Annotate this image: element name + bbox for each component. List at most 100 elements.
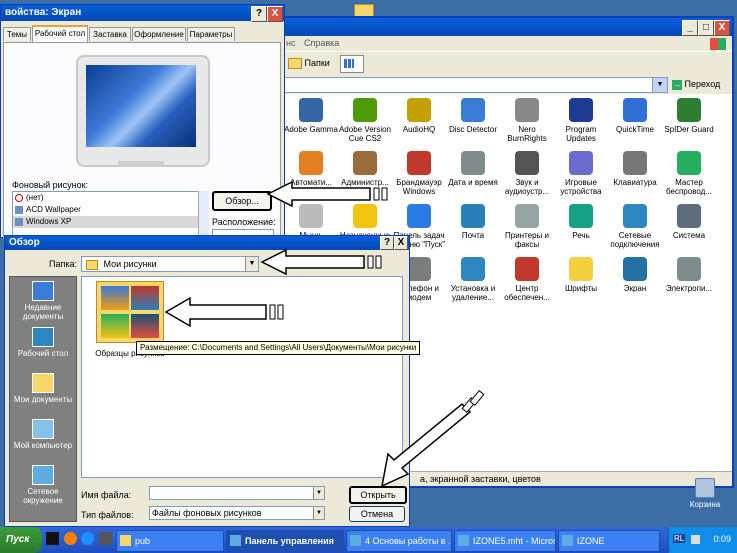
task-button[interactable]: IZONE5.mht - Microso... <box>454 530 556 552</box>
control-panel-item[interactable]: Установка и удаление... <box>446 257 500 302</box>
control-panel-item[interactable]: Nero BurnRights <box>500 98 554 143</box>
control-panel-item-label: Почта <box>461 231 485 240</box>
system-icon <box>677 204 701 228</box>
background-list[interactable]: (нет) ACD Wallpaper Windows XP <box>12 191 200 239</box>
place-my-documents[interactable]: Мои документы <box>10 373 76 404</box>
cancel-button[interactable]: Отмена <box>349 506 405 522</box>
background-list-item[interactable]: (нет) <box>13 192 199 204</box>
ie-icon <box>350 535 361 546</box>
control-panel-item[interactable]: Принтеры и факсы <box>500 204 554 249</box>
place-label: Мои документы <box>13 395 73 404</box>
close-button[interactable]: X <box>267 6 283 22</box>
task-button[interactable]: pub <box>116 530 224 552</box>
control-panel-item[interactable]: Экран <box>608 257 662 293</box>
menu-help[interactable]: Справка <box>304 38 339 48</box>
control-panel-item[interactable]: Мастер беспровод... <box>662 151 716 196</box>
recycle-bin[interactable]: Корзина <box>683 478 727 509</box>
taskbar-icon <box>407 204 431 228</box>
browse-button[interactable]: Обзор... <box>212 191 272 211</box>
tab-0[interactable]: Темы <box>3 27 31 41</box>
network-places-icon <box>32 465 54 485</box>
clock[interactable]: 0:09 <box>713 534 731 544</box>
control-panel-item[interactable]: Брандмауэр Windows <box>392 151 446 196</box>
sample-pictures-folder-icon <box>96 281 164 343</box>
control-panel-item[interactable]: Шрифты <box>554 257 608 293</box>
flower-icon <box>353 98 377 122</box>
speech-icon <box>569 204 593 228</box>
power-icon <box>677 257 701 281</box>
filename-dropdown-icon[interactable]: ▼ <box>313 487 324 499</box>
quicklaunch-app-icon[interactable] <box>46 532 59 545</box>
control-panel-item[interactable]: QuickTime <box>608 98 662 134</box>
control-panel-item[interactable]: Звук и аудиоустр... <box>500 151 554 196</box>
close-button[interactable]: X <box>394 236 408 250</box>
control-panel-item[interactable]: Adobe Version Cue CS2 <box>338 98 392 143</box>
language-indicator[interactable]: RL <box>673 534 686 543</box>
speaker-tray-icon[interactable] <box>691 535 700 544</box>
tab-2[interactable]: Заставка <box>89 27 131 41</box>
background-list-item[interactable]: ACD Wallpaper <box>13 204 199 216</box>
control-panel-item[interactable]: Автомати... обновление <box>284 151 338 196</box>
background-list-scrollbar[interactable] <box>198 191 209 237</box>
control-panel-item[interactable]: Электропи... <box>662 257 716 293</box>
file-list[interactable]: Образцы рисунков Размещение: C:\Document… <box>81 276 421 478</box>
minimize-button[interactable]: _ <box>682 20 698 36</box>
tab-1[interactable]: Рабочий стол <box>32 25 88 42</box>
quicklaunch-media-icon[interactable] <box>98 532 112 545</box>
folder-select[interactable]: Мои рисунки ▼ <box>81 256 259 272</box>
help-button[interactable]: ? <box>380 236 394 250</box>
browse-dialog-titlebar[interactable]: Обзор ? X <box>5 236 409 250</box>
open-button[interactable]: Открыть <box>349 486 407 504</box>
control-panel-titlebar[interactable]: _ □ X <box>280 18 732 36</box>
close-button[interactable]: X <box>714 20 730 36</box>
control-panel-item[interactable]: Клавиатура <box>608 151 662 187</box>
control-panel-item-label: Дата и время <box>448 178 498 187</box>
quicklaunch-ie-icon[interactable] <box>81 532 95 545</box>
place-my-computer[interactable]: Мой компьютер <box>10 419 76 450</box>
nero-icon <box>515 98 539 122</box>
place-network-places[interactable]: Сетевое окружение <box>10 465 76 505</box>
control-panel-item[interactable]: AudioHQ <box>392 98 446 134</box>
address-input[interactable] <box>280 77 662 93</box>
start-button[interactable]: Пуск <box>0 527 42 553</box>
help-button[interactable]: ? <box>251 6 267 22</box>
control-panel-item[interactable]: SpIDer Guard <box>662 98 716 134</box>
address-dropdown-button[interactable]: ▼ <box>652 77 668 93</box>
fonts-icon <box>569 257 593 281</box>
tab-3[interactable]: Оформление <box>132 27 186 41</box>
go-button[interactable]: → Переход <box>672 77 724 92</box>
tab-4[interactable]: Параметры <box>187 27 235 41</box>
task-button[interactable]: 4 Основы работы в ... <box>346 530 452 552</box>
menu-fragment[interactable]: нс <box>286 38 295 48</box>
place-recent-documents[interactable]: Недавние документы <box>10 281 76 321</box>
background-list-item[interactable]: Windows XP <box>13 216 199 228</box>
control-panel-item[interactable]: Adobe Gamma <box>284 98 338 134</box>
filename-input[interactable]: ▼ <box>149 486 325 500</box>
views-button[interactable] <box>340 55 364 73</box>
display-properties-titlebar[interactable]: войства: Экран ? X <box>1 5 284 22</box>
quicklaunch-browser-icon[interactable] <box>63 532 77 545</box>
task-button[interactable]: Панель управления <box>226 530 344 552</box>
control-panel-item[interactable]: Система <box>662 204 716 240</box>
folder-dropdown-icon[interactable]: ▼ <box>245 257 258 271</box>
maximize-button[interactable]: □ <box>698 20 714 36</box>
place-desktop[interactable]: Рабочий стол <box>10 327 76 358</box>
filetype-dropdown-icon[interactable]: ▼ <box>313 507 324 519</box>
control-panel-item[interactable]: Сетевые подключения <box>608 204 662 249</box>
display-properties-title: войства: Экран <box>5 7 82 18</box>
control-panel-item-label: Звук и аудиоустр... <box>504 178 550 196</box>
control-panel-item[interactable]: Почта <box>446 204 500 240</box>
task-button[interactable]: IZONE <box>558 530 660 552</box>
control-panel-item[interactable]: Disc Detector <box>446 98 500 134</box>
control-panel-item[interactable]: Речь <box>554 204 608 240</box>
control-panel-item[interactable]: Дата и время <box>446 151 500 187</box>
folders-label: Папки <box>304 58 330 68</box>
filetype-select[interactable]: Файлы фоновых рисунков ▼ <box>149 506 325 520</box>
control-panel-item[interactable]: Игровые устройства <box>554 151 608 196</box>
control-panel-item[interactable]: Program Updates <box>554 98 608 143</box>
folders-button[interactable]: Папки <box>284 55 334 72</box>
control-panel-item-label: Adobe Version Cue CS2 <box>338 125 392 143</box>
location-label: Расположение: <box>212 217 276 227</box>
control-panel-item[interactable]: Администр... <box>338 151 392 187</box>
control-panel-item[interactable]: Центр обеспечен... <box>500 257 554 302</box>
